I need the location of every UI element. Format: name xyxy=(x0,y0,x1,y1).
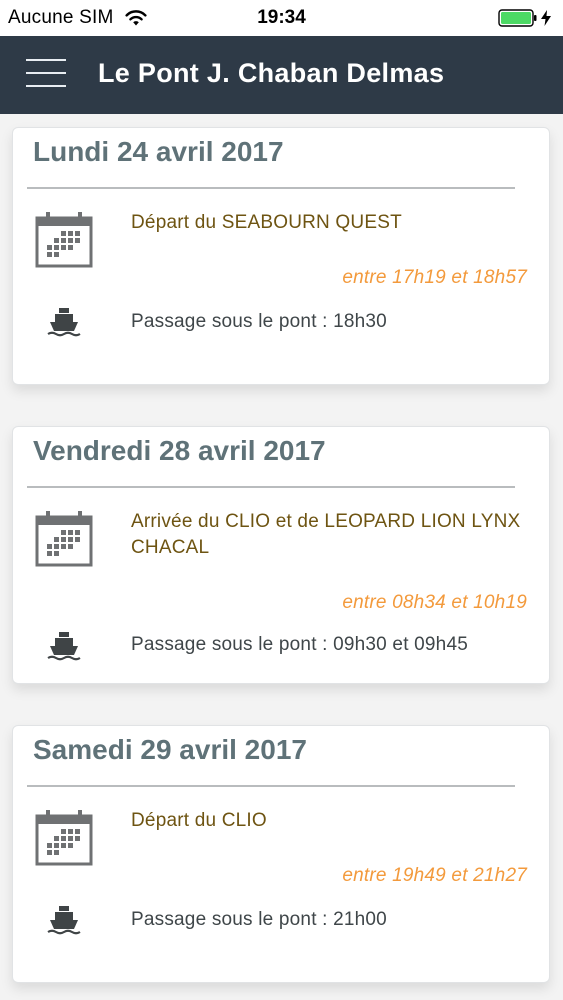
divider xyxy=(27,486,515,488)
ship-icon xyxy=(47,906,81,935)
calendar-icon xyxy=(35,511,93,567)
divider xyxy=(27,785,515,787)
passage-time: Passage sous le pont : 09h30 et 09h45 xyxy=(131,634,468,655)
battery-indicator xyxy=(498,9,551,27)
event-title: Départ du CLIO xyxy=(131,810,267,831)
event-time-range: entre 08h34 et 10h19 xyxy=(342,592,527,613)
event-card: Lundi 24 avril 2017 Départ du SEABOURN Q… xyxy=(12,127,550,385)
event-date: Vendredi 28 avril 2017 xyxy=(33,435,326,466)
event-title: Départ du SEABOURN QUEST xyxy=(131,212,402,233)
nav-bar: Le Pont J. Chaban Delmas xyxy=(0,36,563,114)
status-bar: Aucune SIM 19:34 xyxy=(0,0,563,36)
divider xyxy=(27,187,515,189)
event-title: Arrivée du CLIO et de LEOPARD LION LYNX … xyxy=(131,511,521,558)
page-title: Le Pont J. Chaban Delmas xyxy=(98,58,445,88)
lightning-icon xyxy=(541,10,551,26)
event-list[interactable]: Lundi 24 avril 2017 Départ du SEABOURN Q… xyxy=(0,114,563,1000)
event-card: Samedi 29 avril 2017 Départ du CLIO entr… xyxy=(12,725,550,983)
event-date: Lundi 24 avril 2017 xyxy=(33,136,284,167)
hamburger-menu-icon[interactable] xyxy=(26,59,66,89)
calendar-icon xyxy=(35,212,93,268)
ship-icon xyxy=(47,308,81,337)
passage-time: Passage sous le pont : 21h00 xyxy=(131,909,387,930)
ship-icon xyxy=(47,632,81,661)
calendar-icon xyxy=(35,810,93,866)
event-time-range: entre 17h19 et 18h57 xyxy=(342,267,527,288)
status-time: 19:34 xyxy=(257,7,306,28)
event-card: Vendredi 28 avril 2017 Arrivée du CLIO e… xyxy=(12,426,550,684)
passage-time: Passage sous le pont : 18h30 xyxy=(131,311,387,332)
event-date: Samedi 29 avril 2017 xyxy=(33,734,307,765)
event-time-range: entre 19h49 et 21h27 xyxy=(342,865,527,886)
battery-icon xyxy=(498,9,537,27)
